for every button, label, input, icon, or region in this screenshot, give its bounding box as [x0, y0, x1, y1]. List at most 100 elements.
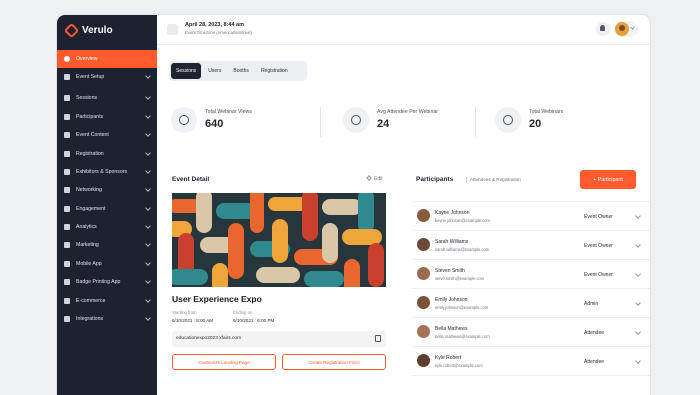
avatar: [417, 238, 430, 251]
start-label: Starting from: [172, 310, 197, 315]
stat-label: Total Webinar Views: [205, 109, 252, 115]
chevron-down-icon[interactable]: [635, 213, 641, 219]
cart-icon: [64, 298, 70, 304]
participant-email: steve.smith@example.com: [435, 276, 485, 281]
stat-avg-attendee: Avg Attendee Per Webinar 24: [343, 107, 463, 139]
participant-email: emily.johnson@example.com: [435, 305, 489, 310]
event-detail-title: Event Detail: [172, 176, 210, 183]
copy-icon[interactable]: [375, 335, 381, 342]
chevron-down-icon[interactable]: [635, 358, 641, 364]
list-item[interactable]: Emily Johnson emily.johnson@example.com …: [412, 289, 650, 318]
brand[interactable]: Verulo: [57, 15, 157, 45]
event-url-field[interactable]: educationexpo2023.xfairs.com: [172, 331, 386, 347]
sidebar-item-mobile-app[interactable]: Mobile App: [57, 255, 157, 273]
document-icon: [64, 132, 70, 138]
top-bar: April 28, 2023, 8:44 am Event Timezone (…: [157, 15, 650, 45]
add-participant-button[interactable]: + Participant: [580, 170, 636, 189]
participant-name: Emily Johnson: [435, 297, 468, 303]
play-icon: [495, 107, 521, 133]
event-url: educationexpo2023.xfairs.com: [176, 336, 242, 341]
sidebar-item-overview[interactable]: Overview: [57, 50, 157, 68]
stat-value: 24: [377, 118, 390, 130]
stat-value: 20: [529, 118, 542, 130]
list-item[interactable]: Sarah Williams sarah.williams@example.co…: [412, 231, 650, 260]
participant-name: Kyle Robert: [435, 355, 462, 361]
avatar: [615, 22, 629, 36]
participant-role: Event Owner: [584, 243, 613, 249]
stat-label: Avg Attendee Per Webinar: [377, 109, 438, 115]
chevron-down-icon: [145, 73, 151, 79]
chart-icon: [64, 224, 70, 230]
chevron-down-icon: [145, 260, 151, 266]
participant-email: kayne.johnson@example.com: [435, 218, 490, 223]
bell-icon[interactable]: [596, 22, 610, 36]
list-item[interactable]: Kyle Robert kyle.robert@example.com Atte…: [412, 347, 650, 376]
divider: [475, 107, 476, 137]
sidebar-item-event-content[interactable]: Event Content: [57, 126, 157, 144]
end-label: Ending on: [233, 310, 253, 315]
plus-square-icon: [64, 316, 70, 322]
sidebar-item-engagement[interactable]: Engagement: [57, 200, 157, 218]
chevron-down-icon[interactable]: [635, 329, 641, 335]
participant-name: Kayne Johnson: [435, 210, 470, 216]
chevron-down-icon[interactable]: [635, 300, 641, 306]
list-item[interactable]: Steven Smith steve.smith@example.com Eve…: [412, 260, 650, 289]
tab-bar: Sessions Users Booths Registration: [169, 61, 307, 81]
chevron-down-icon[interactable]: [635, 242, 641, 248]
tab-sessions[interactable]: Sessions: [171, 63, 202, 79]
chevron-down-icon: [145, 131, 151, 137]
participant-role: Attendee: [584, 359, 605, 365]
participant-email: kyle.robert@example.com: [435, 363, 483, 368]
chevron-down-icon: [145, 205, 151, 211]
tab-booths[interactable]: Booths: [228, 63, 254, 79]
customize-landing-page-button[interactable]: Customize Landing Page: [172, 354, 276, 370]
participant-name: Bella Mathews: [435, 326, 468, 332]
sidebar-item-badge-printing-app[interactable]: Badge Printing App: [57, 273, 157, 291]
sidebar-item-analytics[interactable]: Analytics: [57, 218, 157, 236]
eye-icon: [171, 107, 197, 133]
participant-name: Steven Smith: [435, 268, 465, 274]
chevron-down-icon: [145, 186, 151, 192]
sidebar-item-participants[interactable]: Participants: [57, 108, 157, 126]
header-date: April 28, 2023, 8:44 am: [185, 22, 245, 28]
edit-button[interactable]: Edit: [366, 175, 383, 182]
user-plus-icon: [64, 151, 70, 157]
chevron-down-icon: [145, 315, 151, 321]
brand-logo-icon: [63, 22, 80, 38]
chevron-down-icon: [145, 113, 151, 119]
participants-title: Participants: [416, 176, 454, 183]
sidebar-item-networking[interactable]: Networking: [57, 181, 157, 199]
sidebar-item-e-commerce[interactable]: E-commerce: [57, 292, 157, 310]
printer-icon: [64, 279, 70, 285]
stat-total-webinar-views: Total Webinar Views 640: [171, 107, 291, 139]
sidebar-item-sessions[interactable]: Sessions: [57, 89, 157, 107]
event-banner-image: [172, 193, 386, 287]
sidebar-item-integrations[interactable]: Integrations: [57, 310, 157, 328]
list-item[interactable]: Kayne Johnson kayne.johnson@example.com …: [412, 202, 650, 231]
grid-icon: [64, 95, 70, 101]
user-menu[interactable]: [614, 21, 638, 37]
tab-registration[interactable]: Registration: [256, 63, 293, 79]
sidebar-item-event-setup[interactable]: Event Setup: [57, 68, 157, 86]
stat-label: Total Webinars: [529, 109, 564, 115]
avatar: [417, 296, 430, 309]
avatar: [417, 267, 430, 280]
stat-value: 640: [205, 118, 224, 130]
tab-users[interactable]: Users: [203, 63, 226, 79]
stat-total-webinars: Total Webinars 20: [495, 107, 615, 139]
calendar-icon: [167, 24, 178, 35]
sidebar-item-registration[interactable]: Registration: [57, 145, 157, 163]
abstract-shapes-illustration: [172, 193, 386, 287]
create-registration-form-button[interactable]: Create Registration Form: [282, 354, 386, 370]
sidebar-item-exhibitors-sponsors[interactable]: Exhibitors & Sponsors: [57, 163, 157, 181]
send-icon: [64, 242, 70, 248]
chevron-down-icon: [145, 150, 151, 156]
sidebar-item-marketing[interactable]: Marketing: [57, 236, 157, 254]
chevron-down-icon: [145, 168, 151, 174]
users-icon: [343, 107, 369, 133]
sidebar: Verulo Overview Event Setup Sessions Par…: [57, 15, 157, 395]
chevron-down-icon[interactable]: [635, 271, 641, 277]
list-item[interactable]: Bella Mathews bella.mathews@example.com …: [412, 318, 650, 347]
chevron-down-icon: [630, 25, 635, 30]
participant-role: Admin: [584, 301, 599, 307]
